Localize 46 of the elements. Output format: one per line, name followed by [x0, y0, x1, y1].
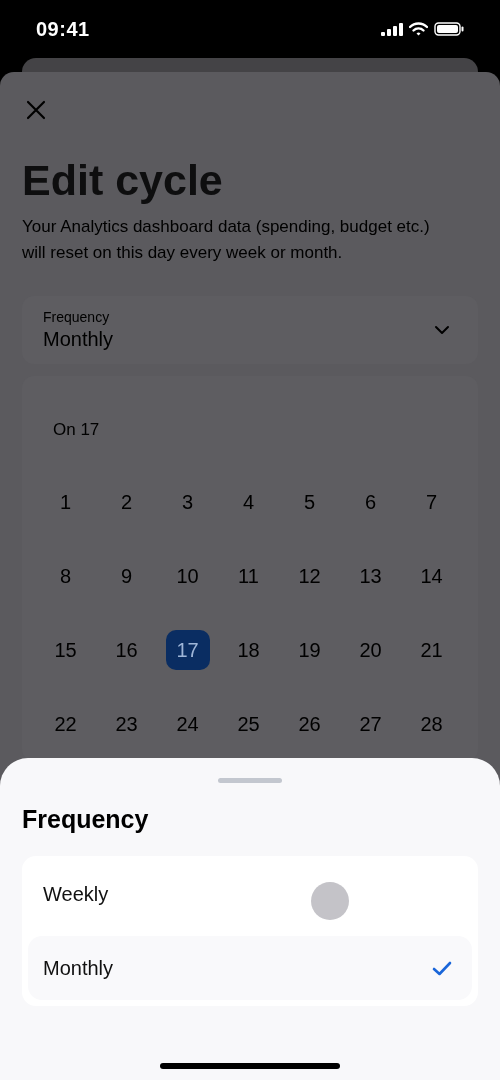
day-button[interactable]: 11: [226, 556, 271, 596]
day-button[interactable]: 13: [348, 556, 393, 596]
chevron-down-icon: [434, 325, 450, 335]
battery-icon: [434, 22, 464, 36]
day-button[interactable]: 24: [165, 704, 210, 744]
sheet-handle[interactable]: [218, 778, 282, 783]
day-button[interactable]: 20: [348, 630, 393, 670]
option-label: Monthly: [43, 956, 114, 980]
day-button[interactable]: 28: [409, 704, 454, 744]
day-button[interactable]: 15: [43, 630, 88, 670]
description-text: Your Analytics dashboard data (spending, budget etc.) will reset on this day every week or month.: [22, 216, 431, 264]
sheet-title: Frequency: [22, 805, 150, 834]
day-button[interactable]: 19: [287, 630, 332, 670]
day-button[interactable]: 7: [409, 482, 454, 522]
day-button[interactable]: 6: [348, 482, 393, 522]
day-button[interactable]: 26: [287, 704, 332, 744]
day-button[interactable]: 12: [287, 556, 332, 596]
day-button[interactable]: 21: [409, 630, 454, 670]
field-label: Frequency: [43, 309, 111, 325]
day-button[interactable]: 14: [409, 556, 454, 596]
day-button[interactable]: 4: [226, 482, 271, 522]
option-label: Weekly: [43, 882, 109, 906]
day-button[interactable]: 3: [165, 482, 210, 522]
day-button[interactable]: 25: [226, 704, 271, 744]
day-button[interactable]: 9: [104, 556, 149, 596]
selected-day-caption: On 17: [53, 420, 101, 440]
day-button[interactable]: 16: [104, 630, 149, 670]
day-button[interactable]: 10: [165, 556, 210, 596]
day-button[interactable]: 2: [104, 482, 149, 522]
wifi-icon: [409, 22, 428, 36]
option-row[interactable]: Weekly: [28, 856, 472, 932]
day-button[interactable]: 8: [43, 556, 88, 596]
checkmark-icon: [432, 960, 452, 976]
day-button[interactable]: 17: [165, 630, 210, 670]
close-icon[interactable]: [26, 100, 46, 120]
day-button[interactable]: 22: [43, 704, 88, 744]
day-button[interactable]: 18: [226, 630, 271, 670]
page-title: Edit cycle: [22, 155, 224, 206]
field-value: Monthly: [43, 328, 114, 351]
option-row[interactable]: Monthly: [28, 936, 472, 1000]
signal-icon: [381, 22, 403, 36]
status-time: 09:41: [36, 17, 90, 41]
day-button[interactable]: 1: [43, 482, 88, 522]
day-button[interactable]: 23: [104, 704, 149, 744]
day-button[interactable]: 27: [348, 704, 393, 744]
day-button[interactable]: 5: [287, 482, 332, 522]
